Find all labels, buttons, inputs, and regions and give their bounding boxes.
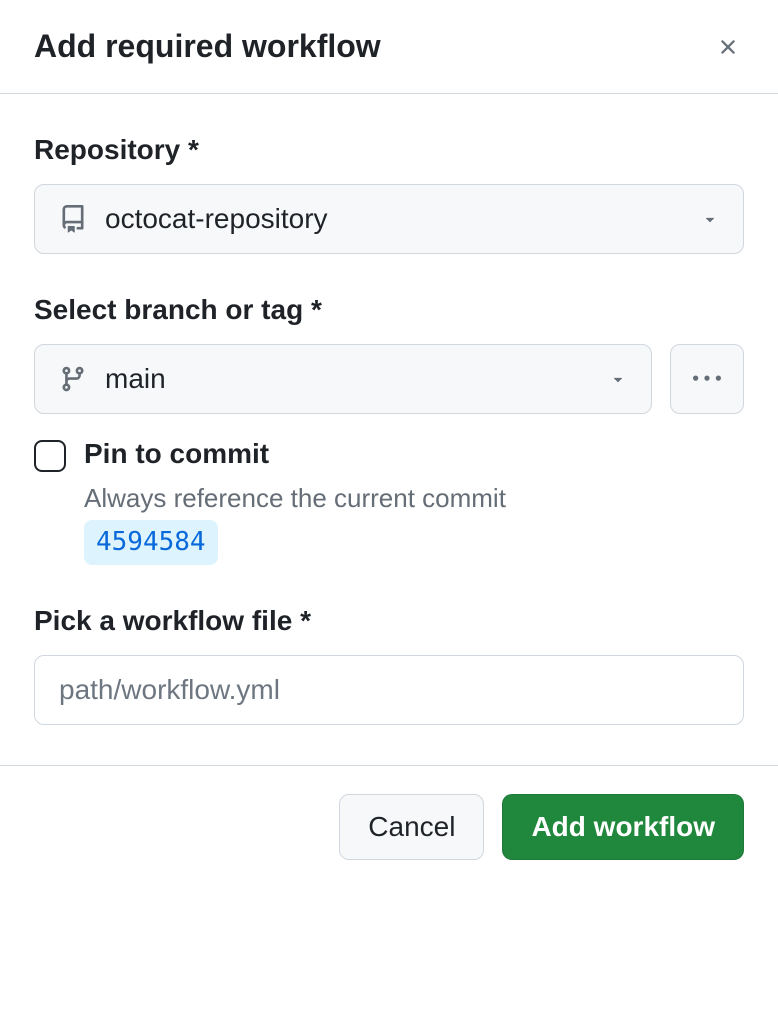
- close-icon: [716, 35, 740, 59]
- pin-to-commit-checkbox[interactable]: [34, 440, 66, 472]
- caret-down-icon: [701, 210, 719, 228]
- branch-select[interactable]: main: [34, 344, 652, 414]
- repository-value: octocat-repository: [105, 203, 683, 235]
- repository-label: Repository *: [34, 134, 744, 166]
- kebab-horizontal-icon: [693, 365, 721, 393]
- dialog-header: Add required workflow: [0, 0, 778, 94]
- pin-to-commit-row: Pin to commit Always reference the curre…: [34, 438, 744, 565]
- branch-label: Select branch or tag *: [34, 294, 744, 326]
- workflow-file-input[interactable]: [34, 655, 744, 725]
- dialog-title: Add required workflow: [34, 28, 381, 65]
- caret-down-icon: [609, 370, 627, 388]
- dialog-body: Repository * octocat-repository Select b…: [0, 94, 778, 765]
- branch-value: main: [105, 363, 591, 395]
- close-button[interactable]: [712, 31, 744, 63]
- pin-to-commit-description: Always reference the current commit 4594…: [84, 480, 744, 565]
- commit-sha-badge: 4594584: [84, 520, 218, 564]
- git-branch-icon: [59, 365, 87, 393]
- branch-more-button[interactable]: [670, 344, 744, 414]
- branch-row: main: [34, 344, 744, 414]
- pin-to-commit-label: Pin to commit: [84, 438, 744, 470]
- repository-select[interactable]: octocat-repository: [34, 184, 744, 254]
- add-workflow-button[interactable]: Add workflow: [502, 794, 744, 860]
- pin-to-commit-content: Pin to commit Always reference the curre…: [84, 438, 744, 565]
- cancel-button[interactable]: Cancel: [339, 794, 484, 860]
- workflow-file-label: Pick a workflow file *: [34, 605, 744, 637]
- branch-field: Select branch or tag * main: [34, 294, 744, 565]
- add-required-workflow-dialog: Add required workflow Repository * octoc…: [0, 0, 778, 888]
- repo-icon: [59, 205, 87, 233]
- repository-field: Repository * octocat-repository: [34, 134, 744, 254]
- workflow-file-field: Pick a workflow file *: [34, 605, 744, 725]
- dialog-footer: Cancel Add workflow: [0, 765, 778, 888]
- pin-description-text: Always reference the current commit: [84, 483, 506, 513]
